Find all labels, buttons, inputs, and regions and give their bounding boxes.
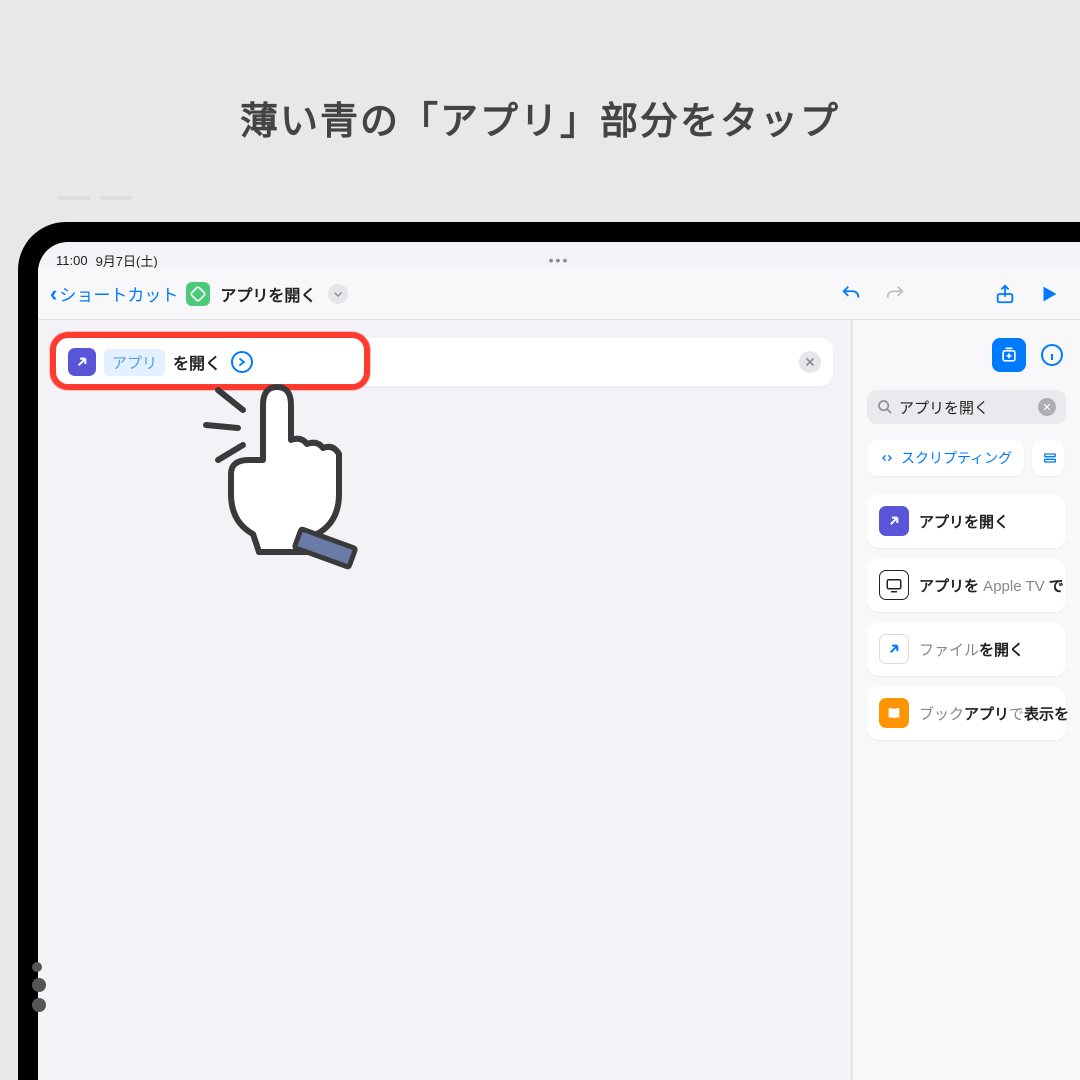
result-item-books[interactable]: ブックアプリで表示を — [867, 686, 1066, 740]
books-app-icon — [879, 698, 909, 728]
undo-button[interactable] — [832, 275, 870, 313]
open-app-icon — [879, 506, 909, 536]
page-title: アプリを開く — [220, 282, 316, 306]
search-results: アプリを開く アプリを Apple TV で ファイルを開く — [867, 494, 1066, 740]
app-parameter-token[interactable]: アプリ — [104, 349, 165, 376]
result-item-open-file[interactable]: ファイルを開く — [867, 622, 1066, 676]
result-item-open-app[interactable]: アプリを開く — [867, 494, 1066, 548]
frame-buttons — [32, 962, 46, 1012]
ipad-frame: 11:00 9月7日(土) ••• ‹ ショートカット アプリを開く — [18, 222, 1080, 1080]
status-time: 11:00 — [56, 253, 88, 268]
scripting-icon — [879, 450, 895, 466]
category-icon — [1042, 450, 1058, 466]
status-bar: 11:00 9月7日(土) ••• — [38, 242, 1080, 268]
workflow-canvas[interactable]: アプリ を開く — [38, 320, 852, 1080]
share-button[interactable] — [986, 275, 1024, 313]
clear-search-button[interactable]: ✕ — [1038, 398, 1056, 416]
hand-pointer-icon — [188, 370, 388, 575]
expand-action-button[interactable] — [231, 351, 253, 373]
info-button[interactable] — [1038, 341, 1066, 369]
category-chip-scripting[interactable]: スクリプティング — [867, 440, 1024, 476]
title-dropdown-button[interactable] — [328, 284, 348, 304]
action-card-open-app[interactable]: アプリ を開く — [56, 338, 833, 386]
status-date: 9月7日(土) — [96, 251, 158, 270]
library-button[interactable] — [992, 338, 1026, 372]
search-icon — [877, 399, 893, 415]
result-item-apple-tv[interactable]: アプリを Apple TV で — [867, 558, 1066, 612]
search-field[interactable]: ✕ — [867, 390, 1066, 424]
open-file-icon — [879, 634, 909, 664]
redo-button[interactable] — [876, 275, 914, 313]
partial-tabs — [58, 196, 132, 200]
search-input[interactable] — [899, 399, 1032, 416]
category-chip-partial[interactable] — [1032, 440, 1064, 476]
nav-toolbar: ‹ ショートカット アプリを開く — [38, 268, 1080, 320]
back-label: ショートカット — [59, 281, 178, 306]
actions-sidebar: ✕ スクリプティング — [852, 320, 1080, 1080]
action-suffix-text: を開く — [173, 350, 221, 374]
appletv-icon — [879, 570, 909, 600]
chevron-left-icon: ‹ — [50, 281, 57, 307]
shortcut-app-icon — [186, 282, 210, 306]
back-button[interactable]: ‹ ショートカット — [50, 281, 178, 307]
screen: 11:00 9月7日(土) ••• ‹ ショートカット アプリを開く — [38, 242, 1080, 1080]
open-app-action-icon — [68, 348, 96, 376]
remove-action-button[interactable] — [799, 351, 821, 373]
run-button[interactable] — [1030, 275, 1068, 313]
multitask-dots-icon[interactable]: ••• — [549, 252, 570, 268]
instruction-caption: 薄い青の「アプリ」部分をタップ — [0, 0, 1080, 195]
